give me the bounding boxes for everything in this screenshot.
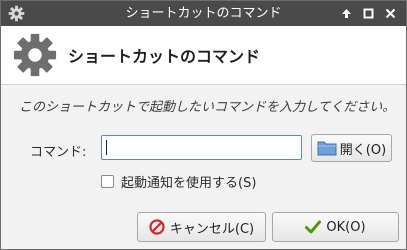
gear-icon (12, 32, 58, 78)
folder-icon (317, 141, 337, 156)
maximize-icon[interactable] (360, 5, 377, 22)
cancel-icon (149, 219, 165, 235)
header-divider (1, 84, 406, 85)
keep-above-icon[interactable] (338, 5, 355, 22)
command-input[interactable] (101, 135, 302, 160)
text-cursor (106, 140, 107, 155)
open-button[interactable]: 開く(O) (311, 134, 392, 162)
checkmark-icon (305, 220, 322, 234)
cancel-button[interactable]: キャンセル(C) (137, 212, 266, 242)
startup-notification-label[interactable]: 起動通知を使用する(S) (121, 172, 256, 191)
cancel-button-label: キャンセル(C) (169, 221, 255, 237)
instruction-text: このショートカットで起動したいコマンドを入力してください。 (19, 100, 396, 115)
startup-notification-row[interactable]: 起動通知を使用する(S) (101, 172, 256, 191)
dialog-window: ショートカットのコマンド ショートカットのコマンド このショートカットで起動した… (0, 0, 407, 250)
command-label: コマンド: (30, 145, 87, 160)
title-bar[interactable]: ショートカットのコマンド (1, 1, 406, 26)
startup-notification-checkbox[interactable] (101, 175, 114, 188)
close-icon[interactable] (382, 5, 399, 22)
ok-button-label: OK(O) (326, 219, 366, 235)
ok-button[interactable]: OK(O) (272, 212, 399, 242)
dialog-header: ショートカットのコマンド (1, 26, 406, 84)
dialog-heading: ショートカットのコマンド (68, 47, 261, 66)
open-button-label: 開く(O) (339, 142, 387, 158)
